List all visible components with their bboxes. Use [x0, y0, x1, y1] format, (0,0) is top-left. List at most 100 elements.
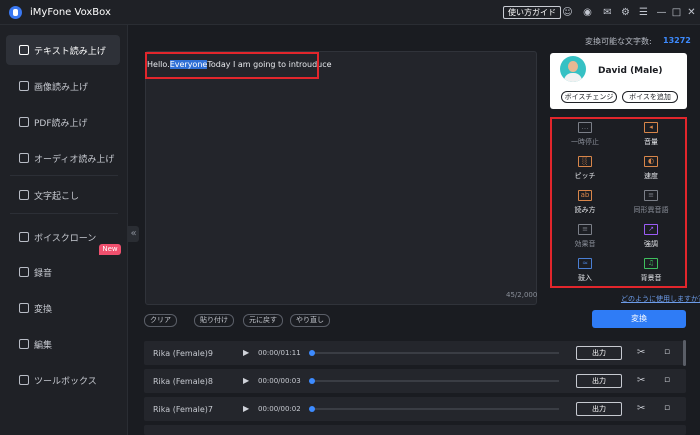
sidebar: テキスト読み上げ 画像読み上げ PDF読み上げ オーディオ読み上げ 文字起こし … [0, 25, 128, 435]
paste-button[interactable]: 貼り付け [194, 314, 234, 327]
emphasis-icon: ↗ [644, 224, 658, 235]
effect-label: 一時停止 [571, 138, 599, 146]
user-icon[interactable]: ☺ [562, 7, 573, 18]
delete-icon[interactable]: ▫ [664, 347, 670, 357]
new-badge: New [99, 244, 121, 255]
cut-icon[interactable]: ✂ [637, 347, 645, 358]
progress-track[interactable] [310, 352, 559, 354]
sidebar-item-label: 編集 [34, 341, 53, 351]
menu-icon[interactable]: ☰ [638, 7, 649, 18]
guide-button[interactable]: 使い方ガイド [503, 6, 561, 19]
sidebar-item-image-reading[interactable]: 画像読み上げ [6, 71, 120, 101]
sidebar-item-pdf-reading[interactable]: PDF読み上げ [6, 107, 120, 137]
sidebar-item-label: 録音 [34, 269, 53, 279]
image-icon [19, 81, 29, 91]
play-icon[interactable]: ▶ [243, 376, 249, 385]
sidebar-item-convert[interactable]: 変換 [6, 293, 120, 323]
text-editor[interactable] [145, 51, 537, 305]
sidebar-item-label: 変換 [34, 305, 53, 315]
edit-icon [19, 339, 29, 349]
sidebar-item-edit[interactable]: 編集 [6, 329, 120, 359]
effect-label: 同形異音語 [633, 206, 669, 214]
effect-label: 読み方 [574, 206, 596, 214]
progress-track[interactable] [310, 408, 559, 410]
sidebar-item-label: 画像読み上げ [34, 83, 89, 93]
delete-icon[interactable]: ▫ [664, 375, 670, 385]
output-button[interactable]: 出力 [576, 402, 622, 416]
mail-icon[interactable]: ✉ [602, 7, 613, 18]
discord-icon[interactable]: ◉ [582, 7, 593, 18]
avatar [560, 56, 586, 82]
text-to-speech-icon [19, 45, 29, 55]
effect-volume[interactable]: ◂ 音量 [631, 122, 671, 147]
effect-sound-effect[interactable]: ≡ 効果音 [565, 224, 605, 249]
progress-knob[interactable] [309, 378, 315, 384]
effect-pause[interactable]: … 一時停止 [565, 122, 605, 147]
cut-icon[interactable]: ✂ [637, 403, 645, 414]
history-name: Rika (Female)7 [153, 405, 213, 414]
char-count: 45/2,000 [506, 291, 538, 299]
collapse-sidebar-button[interactable]: « [128, 226, 139, 242]
effect-emphasis[interactable]: ↗ 強調 [631, 224, 671, 249]
progress-knob[interactable] [309, 350, 315, 356]
history-scrollbar[interactable] [683, 340, 686, 366]
sidebar-item-toolbox[interactable]: ツールボックス [6, 365, 120, 395]
history-time: 00:00/01:11 [258, 349, 301, 357]
effect-label: 音量 [644, 138, 658, 146]
history-name: Rika (Female)8 [153, 377, 213, 386]
volume-icon: ◂ [644, 122, 658, 133]
play-icon[interactable]: ▶ [243, 348, 249, 357]
effect-homograph[interactable]: ≡ 同形異音語 [631, 190, 671, 215]
history-time: 00:00/00:03 [258, 377, 301, 385]
pdf-icon [19, 117, 29, 127]
background-music-icon: ♫ [644, 258, 658, 269]
voice-clone-icon [19, 232, 29, 242]
play-icon[interactable]: ▶ [243, 404, 249, 413]
history-row: Rika (Female)9 ▶ 00:00/01:11 出力 ✂ ▫ [144, 341, 686, 365]
app-logo-icon [9, 6, 22, 19]
microphone-icon [19, 267, 29, 277]
effect-breath[interactable]: ≈ 鼓入 [565, 258, 605, 283]
output-button[interactable]: 出力 [576, 346, 622, 360]
convert-button[interactable]: 変換 [592, 310, 686, 328]
audio-icon [19, 153, 29, 163]
effect-label: 効果音 [574, 240, 596, 248]
effect-background-music[interactable]: ♫ 背景音 [631, 258, 671, 283]
pitch-icon: ░ [578, 156, 592, 167]
redo-button[interactable]: やり直し [290, 314, 330, 327]
transcribe-icon [19, 190, 29, 200]
progress-knob[interactable] [309, 406, 315, 412]
effect-speed[interactable]: ◐ 速度 [631, 156, 671, 181]
cut-icon[interactable]: ✂ [637, 375, 645, 386]
effect-pitch[interactable]: ░ ピッチ [565, 156, 605, 181]
maximize-icon[interactable]: □ [671, 7, 682, 18]
progress-track[interactable] [310, 380, 559, 382]
settings-icon[interactable]: ⚙ [620, 7, 631, 18]
sidebar-item-transcription[interactable]: 文字起こし [6, 180, 120, 210]
delete-icon[interactable]: ▫ [664, 403, 670, 413]
sidebar-item-recording[interactable]: 録音 [6, 257, 120, 287]
chars-available-label: 変換可能な文字数: [585, 37, 652, 46]
close-icon[interactable]: ✕ [686, 7, 697, 18]
homograph-icon: ≡ [644, 190, 658, 201]
minimize-icon[interactable]: — [656, 7, 667, 18]
voice-name: David (Male) [598, 66, 663, 76]
effect-pronunciation[interactable]: ab 読み方 [565, 190, 605, 215]
clear-button[interactable]: クリア [144, 314, 177, 327]
output-button[interactable]: 出力 [576, 374, 622, 388]
text-highlight-box [145, 52, 319, 79]
how-to-use-link[interactable]: どのように使用しますか？ [621, 294, 700, 304]
add-voice-button[interactable]: ボイスを追加 [622, 91, 678, 103]
sidebar-item-text-to-speech[interactable]: テキスト読み上げ [6, 35, 120, 65]
undo-button[interactable]: 元に戻す [243, 314, 283, 327]
history-time: 00:00/00:02 [258, 405, 301, 413]
sidebar-divider [10, 213, 118, 214]
sidebar-divider [10, 175, 118, 176]
sidebar-item-audio-reading[interactable]: オーディオ読み上げ [6, 143, 120, 173]
voice-change-button[interactable]: ボイスチェンジ [561, 91, 617, 103]
title-bar: iMyFone VoxBox 使い方ガイド ☺ ◉ ✉ ⚙ ☰ — □ ✕ [0, 0, 700, 25]
sidebar-item-label: ボイスクローン [34, 234, 97, 244]
effect-label: 背景音 [640, 274, 662, 282]
effect-label: 鼓入 [578, 274, 592, 282]
app-title: iMyFone VoxBox [30, 7, 111, 18]
